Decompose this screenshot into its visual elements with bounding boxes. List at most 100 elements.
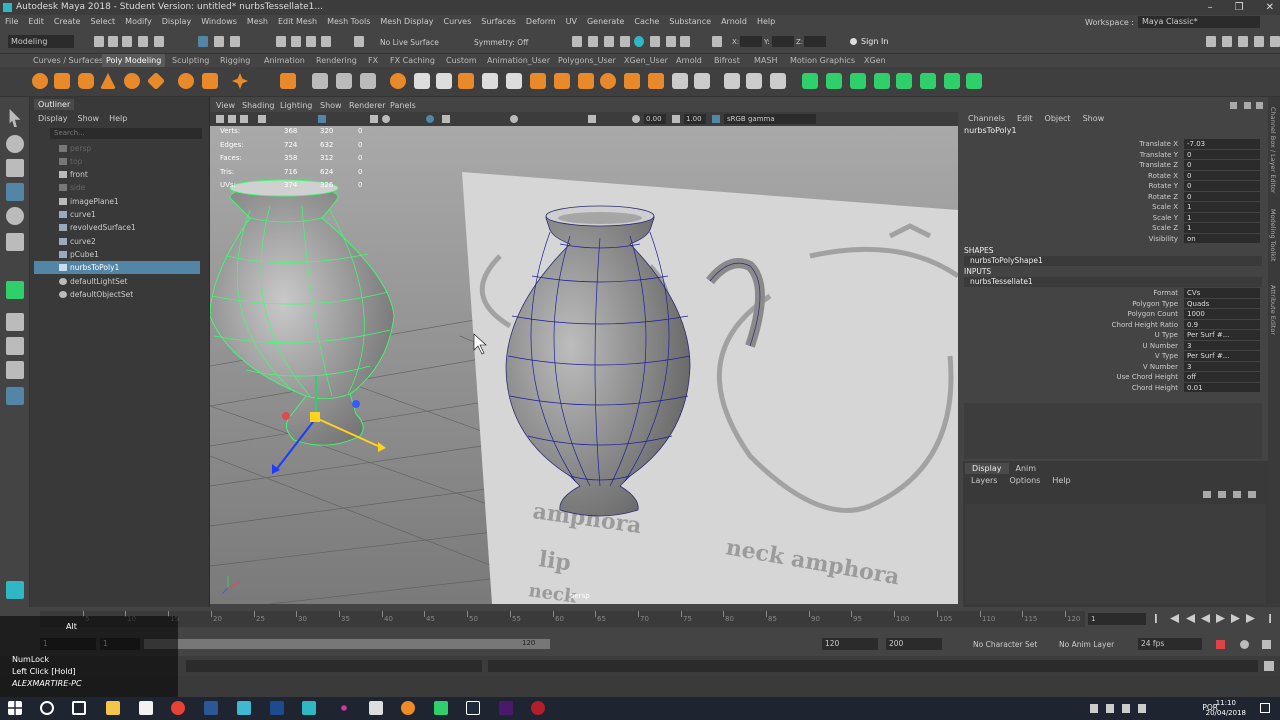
viewport-menu-show[interactable]: Show: [320, 100, 342, 112]
premiere-icon[interactable]: [499, 701, 513, 715]
channel-value[interactable]: 3: [1184, 361, 1260, 371]
poly-cylinder-icon[interactable]: [78, 73, 94, 89]
viewport-menu-panels[interactable]: Panels: [390, 100, 416, 112]
side-tab-attribute-editor[interactable]: Attribute Editor: [1269, 285, 1277, 335]
workspace-dropdown[interactable]: Maya Classic*: [1138, 16, 1260, 28]
green-tool-4-icon[interactable]: [874, 73, 890, 89]
snap-view-plane-icon[interactable]: [321, 36, 331, 47]
smooth-icon[interactable]: [360, 73, 376, 89]
select-by-object-icon[interactable]: [214, 36, 224, 47]
outliner-menu-help[interactable]: Help: [109, 114, 127, 123]
menu-surfaces[interactable]: Surfaces: [476, 15, 521, 29]
channel-value[interactable]: 0.01: [1184, 382, 1260, 392]
anim-prefs-icon[interactable]: [1262, 640, 1271, 649]
hypershade-icon[interactable]: [634, 36, 644, 47]
shelf-tab-rigging[interactable]: Rigging: [216, 54, 254, 67]
target-weld-icon[interactable]: [554, 73, 570, 89]
shelf-tab-fx[interactable]: FX: [364, 54, 382, 67]
ipr-render-icon[interactable]: [604, 36, 614, 47]
channel-box-menu-channels[interactable]: Channels: [968, 114, 1005, 123]
new-layer-icon[interactable]: [1233, 491, 1241, 498]
new-scene-icon[interactable]: [94, 36, 104, 47]
menu-select[interactable]: Select: [85, 15, 120, 29]
render-view-icon[interactable]: [572, 36, 582, 47]
channel-box-float-icon[interactable]: [1244, 102, 1251, 109]
outliner-item-nurbstopoly1[interactable]: nurbsToPoly1: [34, 261, 200, 274]
channel-rotate-z[interactable]: Rotate Z 0: [964, 191, 1262, 203]
blender-icon[interactable]: [401, 701, 415, 715]
pencil-tool-icon[interactable]: [724, 73, 740, 89]
range-end-field[interactable]: 120: [822, 638, 878, 650]
input-chord-height[interactable]: Chord Height 0.01: [964, 382, 1262, 394]
four-view-icon[interactable]: [6, 337, 24, 355]
outliner-tab[interactable]: Outliner: [34, 99, 75, 110]
select-tool-icon[interactable]: [9, 109, 21, 127]
single-view-icon[interactable]: [6, 313, 24, 331]
super-shape-icon[interactable]: [232, 73, 248, 89]
restore-button[interactable]: ❐: [1235, 0, 1244, 15]
poly-disc-icon[interactable]: [178, 73, 194, 89]
layer-menu-layers[interactable]: Layers: [971, 476, 997, 485]
menu-mesh[interactable]: Mesh: [242, 15, 273, 29]
side-tab-channel-box[interactable]: Channel Box / Layer Editor: [1269, 107, 1277, 194]
smooth-shade-icon[interactable]: [382, 115, 390, 123]
menu-file[interactable]: File: [0, 15, 23, 29]
maya-taskbar-icon[interactable]: [302, 701, 316, 715]
channel-scale-z[interactable]: Scale Z 1: [964, 223, 1262, 234]
light-editor-icon[interactable]: [666, 36, 676, 47]
channel-translate-x[interactable]: Translate X -7.03: [964, 139, 1262, 150]
menu-generate[interactable]: Generate: [582, 15, 629, 29]
redo-icon[interactable]: [154, 36, 164, 47]
channel-value[interactable]: 0: [1184, 149, 1260, 159]
isolate-select-icon[interactable]: [588, 115, 596, 123]
outliner-item-curve2[interactable]: curve2: [34, 235, 200, 248]
shelf-tab-curves-surfaces[interactable]: Curves / Surfaces: [29, 54, 107, 67]
toggle-panel-icon[interactable]: [1270, 36, 1280, 47]
lights-icon[interactable]: [510, 115, 518, 123]
auto-key-icon[interactable]: [1216, 640, 1225, 649]
poly-torus-icon[interactable]: [124, 73, 140, 89]
pencil-tool-3-icon[interactable]: [770, 73, 786, 89]
render-current-icon[interactable]: [588, 36, 598, 47]
save-scene-icon[interactable]: [122, 36, 132, 47]
input-use-chord-height[interactable]: Use Chord Height off: [964, 372, 1262, 383]
channel-value[interactable]: CVs: [1184, 288, 1260, 298]
channel-value[interactable]: on: [1184, 233, 1260, 243]
select-camera-icon[interactable]: [216, 115, 224, 123]
y-field[interactable]: [772, 36, 794, 47]
word-icon[interactable]: [204, 701, 218, 715]
shelf-tab-rendering[interactable]: Rendering: [312, 54, 361, 67]
toggle-attribute-editor-icon[interactable]: [1222, 36, 1232, 47]
channel-value[interactable]: off: [1184, 372, 1260, 382]
viewport-menu-renderer[interactable]: Renderer: [349, 100, 386, 112]
anim-layer-label[interactable]: No Anim Layer: [1059, 640, 1114, 649]
shelf-tab-mash[interactable]: MASH: [750, 54, 781, 67]
image-plane-toggle-icon[interactable]: [258, 115, 266, 123]
step-back-frame-icon[interactable]: [1186, 614, 1195, 623]
channel-value[interactable]: Per Surf #...: [1184, 351, 1260, 361]
tray-icons[interactable]: [1090, 704, 1150, 713]
sign-in-button[interactable]: Sign In: [861, 37, 888, 46]
green-tool-3-icon[interactable]: [850, 73, 866, 89]
last-tool-icon[interactable]: [6, 281, 24, 299]
channel-box-menu-show[interactable]: Show: [1083, 114, 1105, 123]
green-tool-8-icon[interactable]: [966, 73, 982, 89]
toggle-tool-settings-icon[interactable]: [1238, 36, 1248, 47]
file-explorer-icon[interactable]: [106, 701, 120, 715]
shelf-tab-animation-user[interactable]: Animation_User: [483, 54, 554, 67]
go-to-start-icon[interactable]: [1155, 614, 1157, 623]
snap-grid-icon[interactable]: [276, 36, 286, 47]
menu-mesh-display[interactable]: Mesh Display: [375, 15, 438, 29]
channel-box-pin-icon[interactable]: [1230, 102, 1237, 109]
scale-tool-icon[interactable]: [6, 233, 24, 251]
input-polygon-count[interactable]: Polygon Count 1000: [964, 309, 1262, 320]
play-back-icon[interactable]: [1201, 614, 1210, 623]
character-set-label[interactable]: No Character Set: [973, 640, 1037, 649]
channel-value[interactable]: 0.9: [1184, 319, 1260, 329]
menu-help[interactable]: Help: [752, 15, 780, 29]
channel-value[interactable]: 0: [1184, 160, 1260, 170]
outliner-menu-display[interactable]: Display: [38, 114, 68, 123]
unity-icon[interactable]: [369, 701, 383, 715]
wireframe-on-shaded-icon[interactable]: [426, 115, 434, 123]
fps-dropdown[interactable]: 24 fps: [1138, 638, 1202, 650]
